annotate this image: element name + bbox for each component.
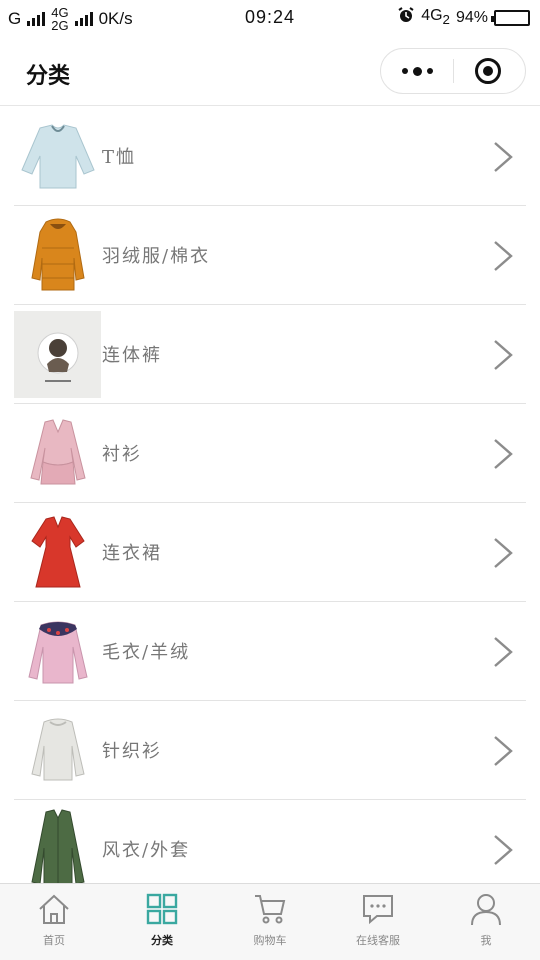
tab-label: 分类 (151, 934, 173, 947)
knitwear-thumbnail (14, 707, 101, 794)
category-label: 衬衫 (102, 444, 142, 465)
capsule-divider (453, 59, 454, 83)
category-label: 风衣/外套 (102, 840, 191, 861)
tab-home[interactable]: 首页 (0, 884, 108, 960)
mini-program-capsule (380, 48, 526, 94)
category-label: 针织衫 (102, 741, 162, 762)
tshirt-thumbnail (14, 113, 101, 200)
cart-icon (255, 895, 286, 924)
tab-customer-service[interactable]: 在线客服 (324, 884, 432, 960)
category-label: 连衣裙 (102, 543, 162, 564)
category-row-jumpsuit[interactable]: 连体裤 (14, 305, 526, 404)
sweater-thumbnail (14, 608, 101, 695)
tab-label: 首页 (43, 934, 65, 947)
chevron-right-icon (494, 736, 513, 766)
category-row-sweater[interactable]: 毛衣/羊绒 (14, 602, 526, 701)
more-dots-icon[interactable] (381, 49, 453, 93)
category-label: 毛衣/羊绒 (102, 642, 191, 663)
shirt-thumbnail (14, 410, 101, 497)
category-row-tshirt[interactable]: T恤 (14, 107, 526, 206)
alarm-icon (397, 6, 415, 29)
page-header: 分类 (0, 36, 540, 106)
category-label: T恤 (102, 147, 137, 168)
tab-category[interactable]: 分类 (108, 884, 216, 960)
tab-label: 我 (480, 934, 492, 947)
status-bar: G 4G 2G 0K/s 09:24 4G2 94% (0, 0, 540, 36)
chevron-right-icon (494, 835, 513, 865)
profile-icon (471, 894, 501, 926)
category-row-coat[interactable]: 风衣/外套 (14, 800, 526, 883)
chevron-right-icon (494, 439, 513, 469)
network-right: 4G2 (421, 7, 450, 28)
category-row-shirt[interactable]: 衬衫 (14, 404, 526, 503)
tab-profile[interactable]: 我 (432, 884, 540, 960)
chevron-right-icon (494, 142, 513, 172)
bottom-tab-bar: 首页 分类 购物车 在线客服 我 (0, 883, 540, 960)
tab-label: 在线客服 (356, 934, 400, 947)
battery-percent: 94% (455, 8, 488, 26)
category-row-dress[interactable]: 连衣裙 (14, 503, 526, 602)
chevron-right-icon (494, 340, 513, 370)
chevron-right-icon (494, 637, 513, 667)
status-right: 4G2 94% (397, 6, 530, 29)
category-grid-icon (146, 893, 178, 925)
coat-thumbnail (14, 806, 101, 883)
home-icon (39, 894, 69, 924)
category-list: T恤 羽绒服/棉衣 连体裤 衬衫 连衣裙 毛衣/羊绒 针织衫 风衣/外套 (0, 107, 540, 883)
page-title: 分类 (26, 64, 71, 89)
tab-label: 购物车 (253, 934, 287, 947)
down-jacket-thumbnail (14, 212, 101, 299)
tab-cart[interactable]: 购物车 (216, 884, 324, 960)
battery-icon (491, 9, 530, 26)
target-close-icon[interactable] (475, 58, 501, 84)
chat-icon (363, 895, 393, 925)
category-row-down-jacket[interactable]: 羽绒服/棉衣 (14, 206, 526, 305)
category-label: 连体裤 (102, 345, 162, 366)
chevron-right-icon (494, 241, 513, 271)
jumpsuit-thumbnail (14, 311, 101, 398)
chevron-right-icon (494, 538, 513, 568)
dress-thumbnail (14, 509, 101, 596)
category-label: 羽绒服/棉衣 (102, 246, 211, 267)
category-row-knitwear[interactable]: 针织衫 (14, 701, 526, 800)
